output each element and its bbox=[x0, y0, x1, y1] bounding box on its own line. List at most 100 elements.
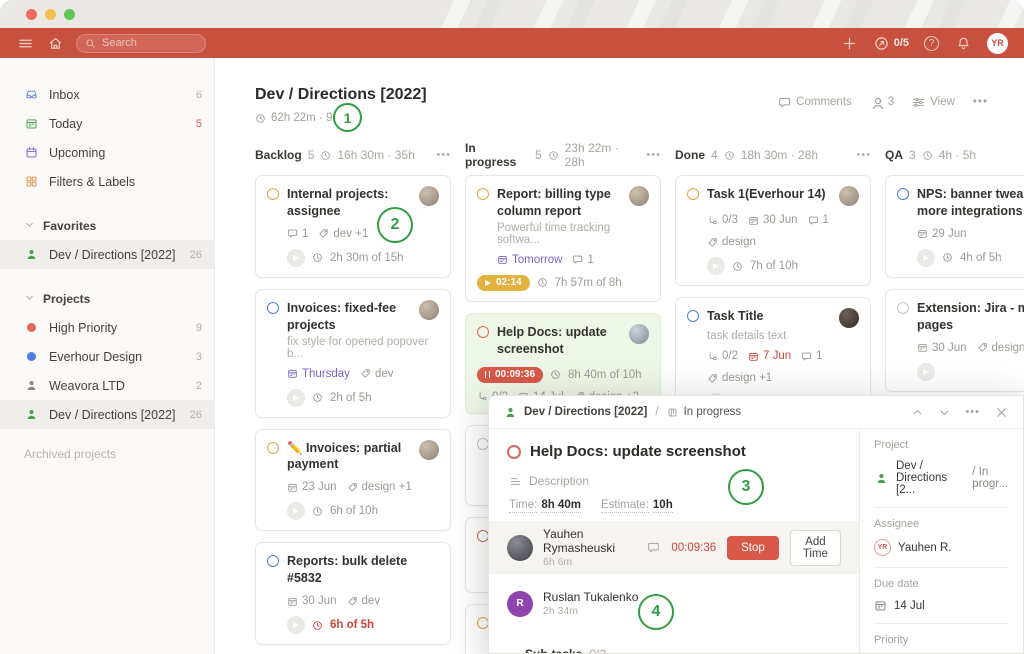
play-button[interactable] bbox=[287, 249, 305, 267]
home-icon[interactable] bbox=[46, 34, 64, 52]
column-name: Done bbox=[675, 148, 705, 162]
stop-timer-button[interactable]: Stop bbox=[727, 536, 779, 560]
sidebar-item-upcoming[interactable]: Upcoming bbox=[0, 138, 214, 167]
task-card[interactable]: ✏️ Invoices: partial payment 23 Jun desi… bbox=[255, 429, 451, 532]
tag-icon bbox=[347, 482, 358, 493]
sidebar-item-label: Everhour Design bbox=[49, 350, 142, 364]
timer-icon bbox=[874, 36, 889, 51]
column-more-icon[interactable]: ••• bbox=[436, 149, 451, 161]
play-button[interactable] bbox=[917, 249, 935, 267]
more-icon[interactable]: ••• bbox=[965, 406, 980, 418]
sidebar-item-today[interactable]: Today 5 bbox=[0, 109, 214, 138]
user-avatar[interactable]: YR bbox=[987, 33, 1008, 54]
play-button[interactable] bbox=[287, 616, 305, 634]
due-date-field[interactable]: 14 Jul bbox=[874, 599, 1009, 612]
avatar bbox=[839, 186, 859, 206]
sidebar-item-weavora-ltd[interactable]: Weavora LTD 2 bbox=[0, 371, 214, 400]
task-card[interactable]: Reports: bulk delete #5832 30 Jun dev 6h… bbox=[255, 542, 451, 645]
task-card[interactable]: NPS: banner tweaks + more integrations 2… bbox=[885, 175, 1024, 278]
task-card[interactable]: Report: billing type column report Power… bbox=[465, 175, 661, 302]
prev-task-icon[interactable] bbox=[911, 406, 924, 419]
running-timer-badge[interactable]: 00:09:36 bbox=[477, 367, 543, 383]
favorites-section-header[interactable]: Favorites bbox=[0, 212, 214, 240]
view-button[interactable]: View bbox=[912, 96, 955, 109]
task-title: Reports: bulk delete #5832 bbox=[287, 553, 439, 587]
avatar bbox=[507, 535, 533, 561]
archived-projects-link[interactable]: Archived projects bbox=[0, 447, 214, 461]
column-name: Backlog bbox=[255, 148, 302, 162]
sidebar-item-dev-directions[interactable]: Dev / Directions [2022] 26 bbox=[0, 400, 214, 429]
project-member-icon bbox=[503, 405, 518, 420]
search-input[interactable] bbox=[102, 37, 197, 49]
status-ring[interactable] bbox=[507, 445, 521, 459]
column-count: 5 bbox=[308, 148, 315, 162]
clock-icon bbox=[537, 277, 548, 288]
task-card[interactable]: Extension: Jira - more pages 30 Jun desi… bbox=[885, 289, 1024, 392]
estimate-value[interactable]: 10h bbox=[653, 499, 673, 513]
clock-icon bbox=[312, 620, 323, 631]
search-bar[interactable] bbox=[76, 34, 206, 53]
sidebar-item-label: Weavora LTD bbox=[49, 379, 125, 393]
sidebar-item-label: Today bbox=[49, 117, 82, 131]
top-toolbar: 0/5 ? YR bbox=[0, 28, 1024, 58]
add-time-button[interactable]: Add Time bbox=[790, 530, 841, 566]
clock-icon bbox=[732, 261, 743, 272]
notifications-icon[interactable] bbox=[954, 34, 972, 52]
status-ring bbox=[687, 188, 699, 200]
close-icon[interactable] bbox=[994, 405, 1009, 420]
play-button[interactable] bbox=[707, 257, 725, 275]
sidebar-item-count: 3 bbox=[196, 351, 202, 363]
add-icon[interactable] bbox=[841, 34, 859, 52]
clock-icon bbox=[312, 506, 323, 517]
task-card[interactable]: Internal projects: assignee 1 dev +1 2h … bbox=[255, 175, 451, 278]
sidebar-item-high-priority[interactable]: High Priority 9 bbox=[0, 313, 214, 342]
task-title: ✏️ Invoices: partial payment bbox=[287, 440, 411, 474]
column-more-icon[interactable]: ••• bbox=[646, 149, 661, 161]
task-card[interactable]: Invoices: fixed-fee projects fix style f… bbox=[255, 289, 451, 418]
menu-icon[interactable] bbox=[16, 34, 34, 52]
project-field[interactable]: Dev / Directions [2... / In progr... bbox=[874, 460, 1009, 496]
help-icon[interactable]: ? bbox=[924, 36, 939, 51]
sidebar-item-label: Upcoming bbox=[49, 146, 105, 160]
status-ring bbox=[477, 326, 489, 338]
members-button[interactable]: 3 bbox=[870, 96, 894, 109]
calendar-icon bbox=[287, 482, 298, 493]
section-title: Favorites bbox=[43, 219, 96, 233]
task-card[interactable]: Task 1(Everhour 14) 0/3 30 Jun 1 design … bbox=[675, 175, 871, 286]
breadcrumb-project[interactable]: Dev / Directions [2022] bbox=[524, 406, 647, 418]
clock-icon bbox=[922, 150, 933, 161]
play-button[interactable] bbox=[287, 502, 305, 520]
assignee-field[interactable]: YR Yauhen R. bbox=[874, 539, 1009, 556]
column-more-icon[interactable]: ••• bbox=[856, 149, 871, 161]
timer-quota[interactable]: 0/5 bbox=[874, 36, 909, 51]
minimize-window-button[interactable] bbox=[45, 9, 56, 20]
subtask-icon bbox=[477, 391, 488, 402]
sidebar-item-count: 26 bbox=[190, 409, 202, 421]
subtasks-section-header[interactable]: Sub-tasks 0/2 bbox=[507, 647, 841, 653]
sidebar-item-inbox[interactable]: Inbox 6 bbox=[0, 80, 214, 109]
annotation-circle-2: 2 bbox=[377, 207, 413, 243]
task-description: fix style for opened popover b... bbox=[287, 336, 439, 360]
time-value[interactable]: 8h 40m bbox=[541, 499, 581, 513]
column-name: In progress bbox=[465, 141, 529, 169]
more-icon[interactable]: ••• bbox=[973, 96, 988, 108]
breadcrumb-status[interactable]: In progress bbox=[684, 406, 742, 418]
sidebar-item-everhour-design[interactable]: Everhour Design 3 bbox=[0, 342, 214, 371]
running-timer-badge[interactable]: 02:14 bbox=[477, 275, 530, 291]
project-label: Project bbox=[874, 439, 1009, 451]
comment-icon[interactable] bbox=[647, 541, 660, 554]
next-task-icon[interactable] bbox=[938, 406, 951, 419]
play-button[interactable] bbox=[287, 389, 305, 407]
sidebar-item-filters-labels[interactable]: Filters & Labels bbox=[0, 167, 214, 196]
zoom-window-button[interactable] bbox=[64, 9, 75, 20]
time-progress: 2h 30m of 15h bbox=[330, 252, 404, 264]
projects-section-header[interactable]: Projects bbox=[0, 285, 214, 313]
sidebar-item-favorite-project[interactable]: Dev / Directions [2022] 26 bbox=[0, 240, 214, 269]
close-window-button[interactable] bbox=[26, 9, 37, 20]
timer-quota-count: 0/5 bbox=[894, 37, 909, 49]
description-field[interactable]: Description bbox=[509, 474, 841, 488]
comments-button[interactable]: Comments bbox=[778, 96, 852, 109]
calendar-icon bbox=[748, 215, 759, 226]
play-button[interactable] bbox=[917, 363, 935, 381]
task-detail-modal: Dev / Directions [2022] / In progress ••… bbox=[488, 395, 1024, 654]
